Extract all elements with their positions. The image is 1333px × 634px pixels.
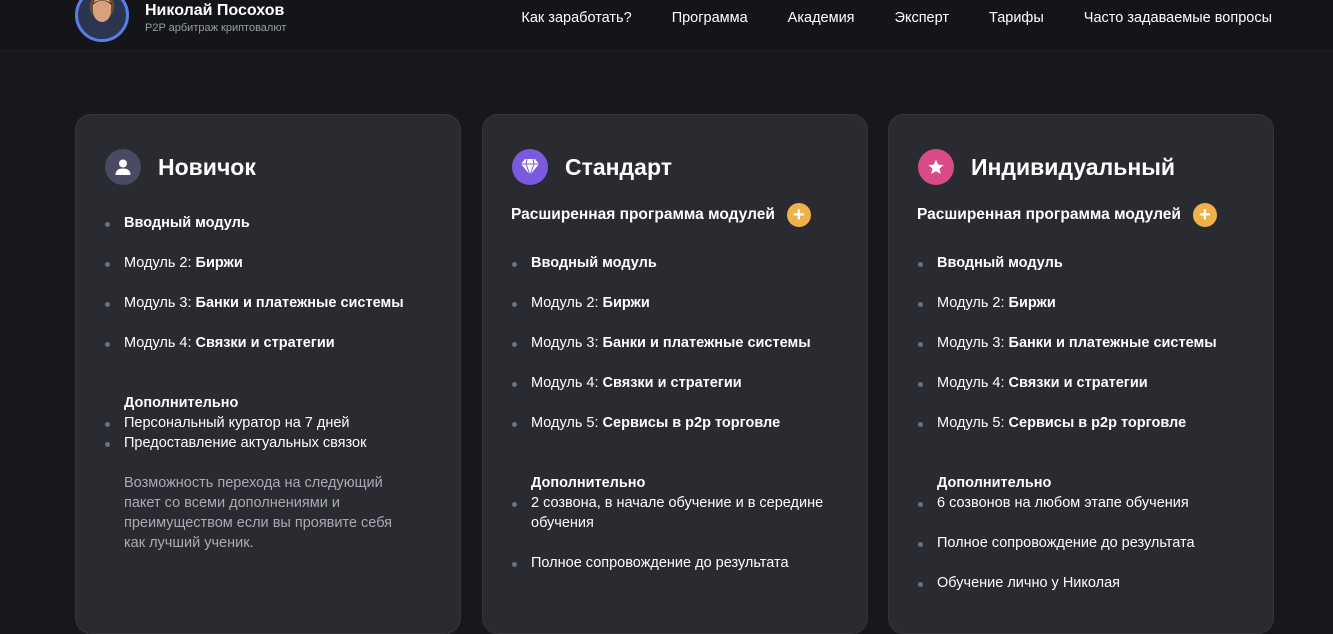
brand-name[interactable]: Николай Посохов <box>145 2 284 20</box>
extras-title: Дополнительно <box>124 395 239 411</box>
list-item: Модуль 2: Биржи <box>105 253 424 273</box>
item-bold: Сервисы в p2p торговле <box>602 415 781 431</box>
list-item: Вводный модуль <box>512 253 831 273</box>
user-icon <box>105 149 141 185</box>
plus-icon[interactable]: + <box>786 203 811 227</box>
extra-item: 6 созвонов на любом этапе обучения <box>918 493 1237 513</box>
support-list: Полное сопровождение до результата <box>512 553 831 593</box>
module-list: Вводный модуль Модуль 2: Биржи Модуль 3:… <box>105 213 424 373</box>
plan-card-standard: Стандарт Расширенная программа модулей +… <box>482 114 868 634</box>
item-bold: Банки и платежные системы <box>1008 335 1217 351</box>
plan-header: Стандарт <box>512 149 672 185</box>
item-bold: Связки и стратегии <box>1008 375 1148 391</box>
item-bold: Банки и платежные системы <box>195 295 404 311</box>
item-bold: Биржи <box>1008 295 1056 311</box>
list-item: Модуль 2: Биржи <box>918 293 1237 313</box>
list-item: Модуль 3: Банки и платежные системы <box>512 333 831 353</box>
item-bold: Связки и стратегии <box>602 375 742 391</box>
list-item: Вводный модуль <box>105 213 424 233</box>
extra-item: Персональный куратор на 7 дней <box>105 413 424 433</box>
item-prefix: Модуль 2: <box>937 295 1009 311</box>
plan-header: Новичок <box>105 149 256 185</box>
avatar-portrait <box>86 0 118 39</box>
nav-tariffs[interactable]: Тарифы <box>989 10 1044 26</box>
list-item: Модуль 4: Связки и стратегии <box>512 373 831 393</box>
plus-icon[interactable]: + <box>1192 203 1217 227</box>
extras-block: Дополнительно 2 созвона, в начале обучен… <box>512 473 831 533</box>
list-item: Модуль 5: Сервисы в p2p торговле <box>918 413 1237 433</box>
extras-block: Дополнительно Персональный куратор на 7 … <box>105 393 424 453</box>
nav-academy[interactable]: Академия <box>788 10 855 26</box>
list-item: Модуль 3: Банки и платежные системы <box>918 333 1237 353</box>
extras-title: Дополнительно <box>937 475 1052 491</box>
item-prefix: Модуль 3: <box>124 295 196 311</box>
extras-block: Дополнительно 6 созвонов на любом этапе … <box>918 473 1237 513</box>
item-prefix: Модуль 4: <box>937 375 1009 391</box>
item-prefix: Модуль 5: <box>937 415 1009 431</box>
nav-expert[interactable]: Эксперт <box>895 10 949 26</box>
item-prefix: Модуль 2: <box>124 255 196 271</box>
avatar[interactable] <box>75 0 129 42</box>
diamond-icon <box>512 149 548 185</box>
list-item: Модуль 3: Банки и платежные системы <box>105 293 424 313</box>
item-bold: Биржи <box>195 255 243 271</box>
program-subheading: Расширенная программа модулей + <box>511 203 811 227</box>
brand-subtitle: P2P арбитраж криптовалют <box>145 22 287 34</box>
item-prefix: Модуль 3: <box>531 335 603 351</box>
item-bold: Банки и платежные системы <box>602 335 811 351</box>
item-prefix: Модуль 4: <box>531 375 603 391</box>
subheading-text: Расширенная программа модулей <box>511 206 775 223</box>
plan-title: Стандарт <box>565 153 672 180</box>
main-nav: Как заработать? Программа Академия Экспе… <box>521 10 1272 26</box>
extras-title: Дополнительно <box>531 475 646 491</box>
plan-card-beginner: Новичок Вводный модуль Модуль 2: Биржи М… <box>75 114 461 634</box>
list-item: Модуль 2: Биржи <box>512 293 831 313</box>
list-item: Полное сопровождение до результата <box>918 533 1237 553</box>
item-prefix: Модуль 5: <box>531 415 603 431</box>
item-bold: Вводный модуль <box>531 255 657 271</box>
upgrade-note: Возможность перехода на следующий пакет … <box>124 475 393 551</box>
extra-item: 2 созвона, в начале обучение и в середин… <box>512 493 831 533</box>
list-item: Модуль 4: Связки и стратегии <box>105 333 424 353</box>
extra-item: Предоставление актуальных связок <box>105 433 424 453</box>
program-subheading: Расширенная программа модулей + <box>917 203 1217 227</box>
support-list: Полное сопровождение до результата Обуче… <box>918 533 1237 613</box>
nav-program[interactable]: Программа <box>672 10 748 26</box>
plan-card-individual: Индивидуальный Расширенная программа мод… <box>888 114 1274 634</box>
subheading-text: Расширенная программа модулей <box>917 206 1181 223</box>
nav-faq[interactable]: Часто задаваемые вопросы <box>1084 10 1272 26</box>
item-bold: Вводный модуль <box>124 215 250 231</box>
item-prefix: Модуль 3: <box>937 335 1009 351</box>
module-list: Вводный модуль Модуль 2: Биржи Модуль 3:… <box>918 253 1237 453</box>
nav-how-to-earn[interactable]: Как заработать? <box>521 10 631 26</box>
item-prefix: Модуль 4: <box>124 335 196 351</box>
list-item: Обучение лично у Николая <box>918 573 1237 593</box>
list-item: Модуль 5: Сервисы в p2p торговле <box>512 413 831 433</box>
item-prefix: Модуль 2: <box>531 295 603 311</box>
list-item: Модуль 4: Связки и стратегии <box>918 373 1237 393</box>
item-bold: Сервисы в p2p торговле <box>1008 415 1187 431</box>
list-item: Вводный модуль <box>918 253 1237 273</box>
list-item: Полное сопровождение до результата <box>512 553 831 573</box>
item-bold: Связки и стратегии <box>195 335 335 351</box>
item-bold: Вводный модуль <box>937 255 1063 271</box>
item-bold: Биржи <box>602 295 650 311</box>
site-header: Николай Посохов P2P арбитраж криптовалют… <box>0 0 1333 51</box>
module-list: Вводный модуль Модуль 2: Биржи Модуль 3:… <box>512 253 831 453</box>
star-icon <box>918 149 954 185</box>
plan-header: Индивидуальный <box>918 149 1175 185</box>
plan-title: Новичок <box>158 153 256 180</box>
plan-title: Индивидуальный <box>971 153 1176 180</box>
